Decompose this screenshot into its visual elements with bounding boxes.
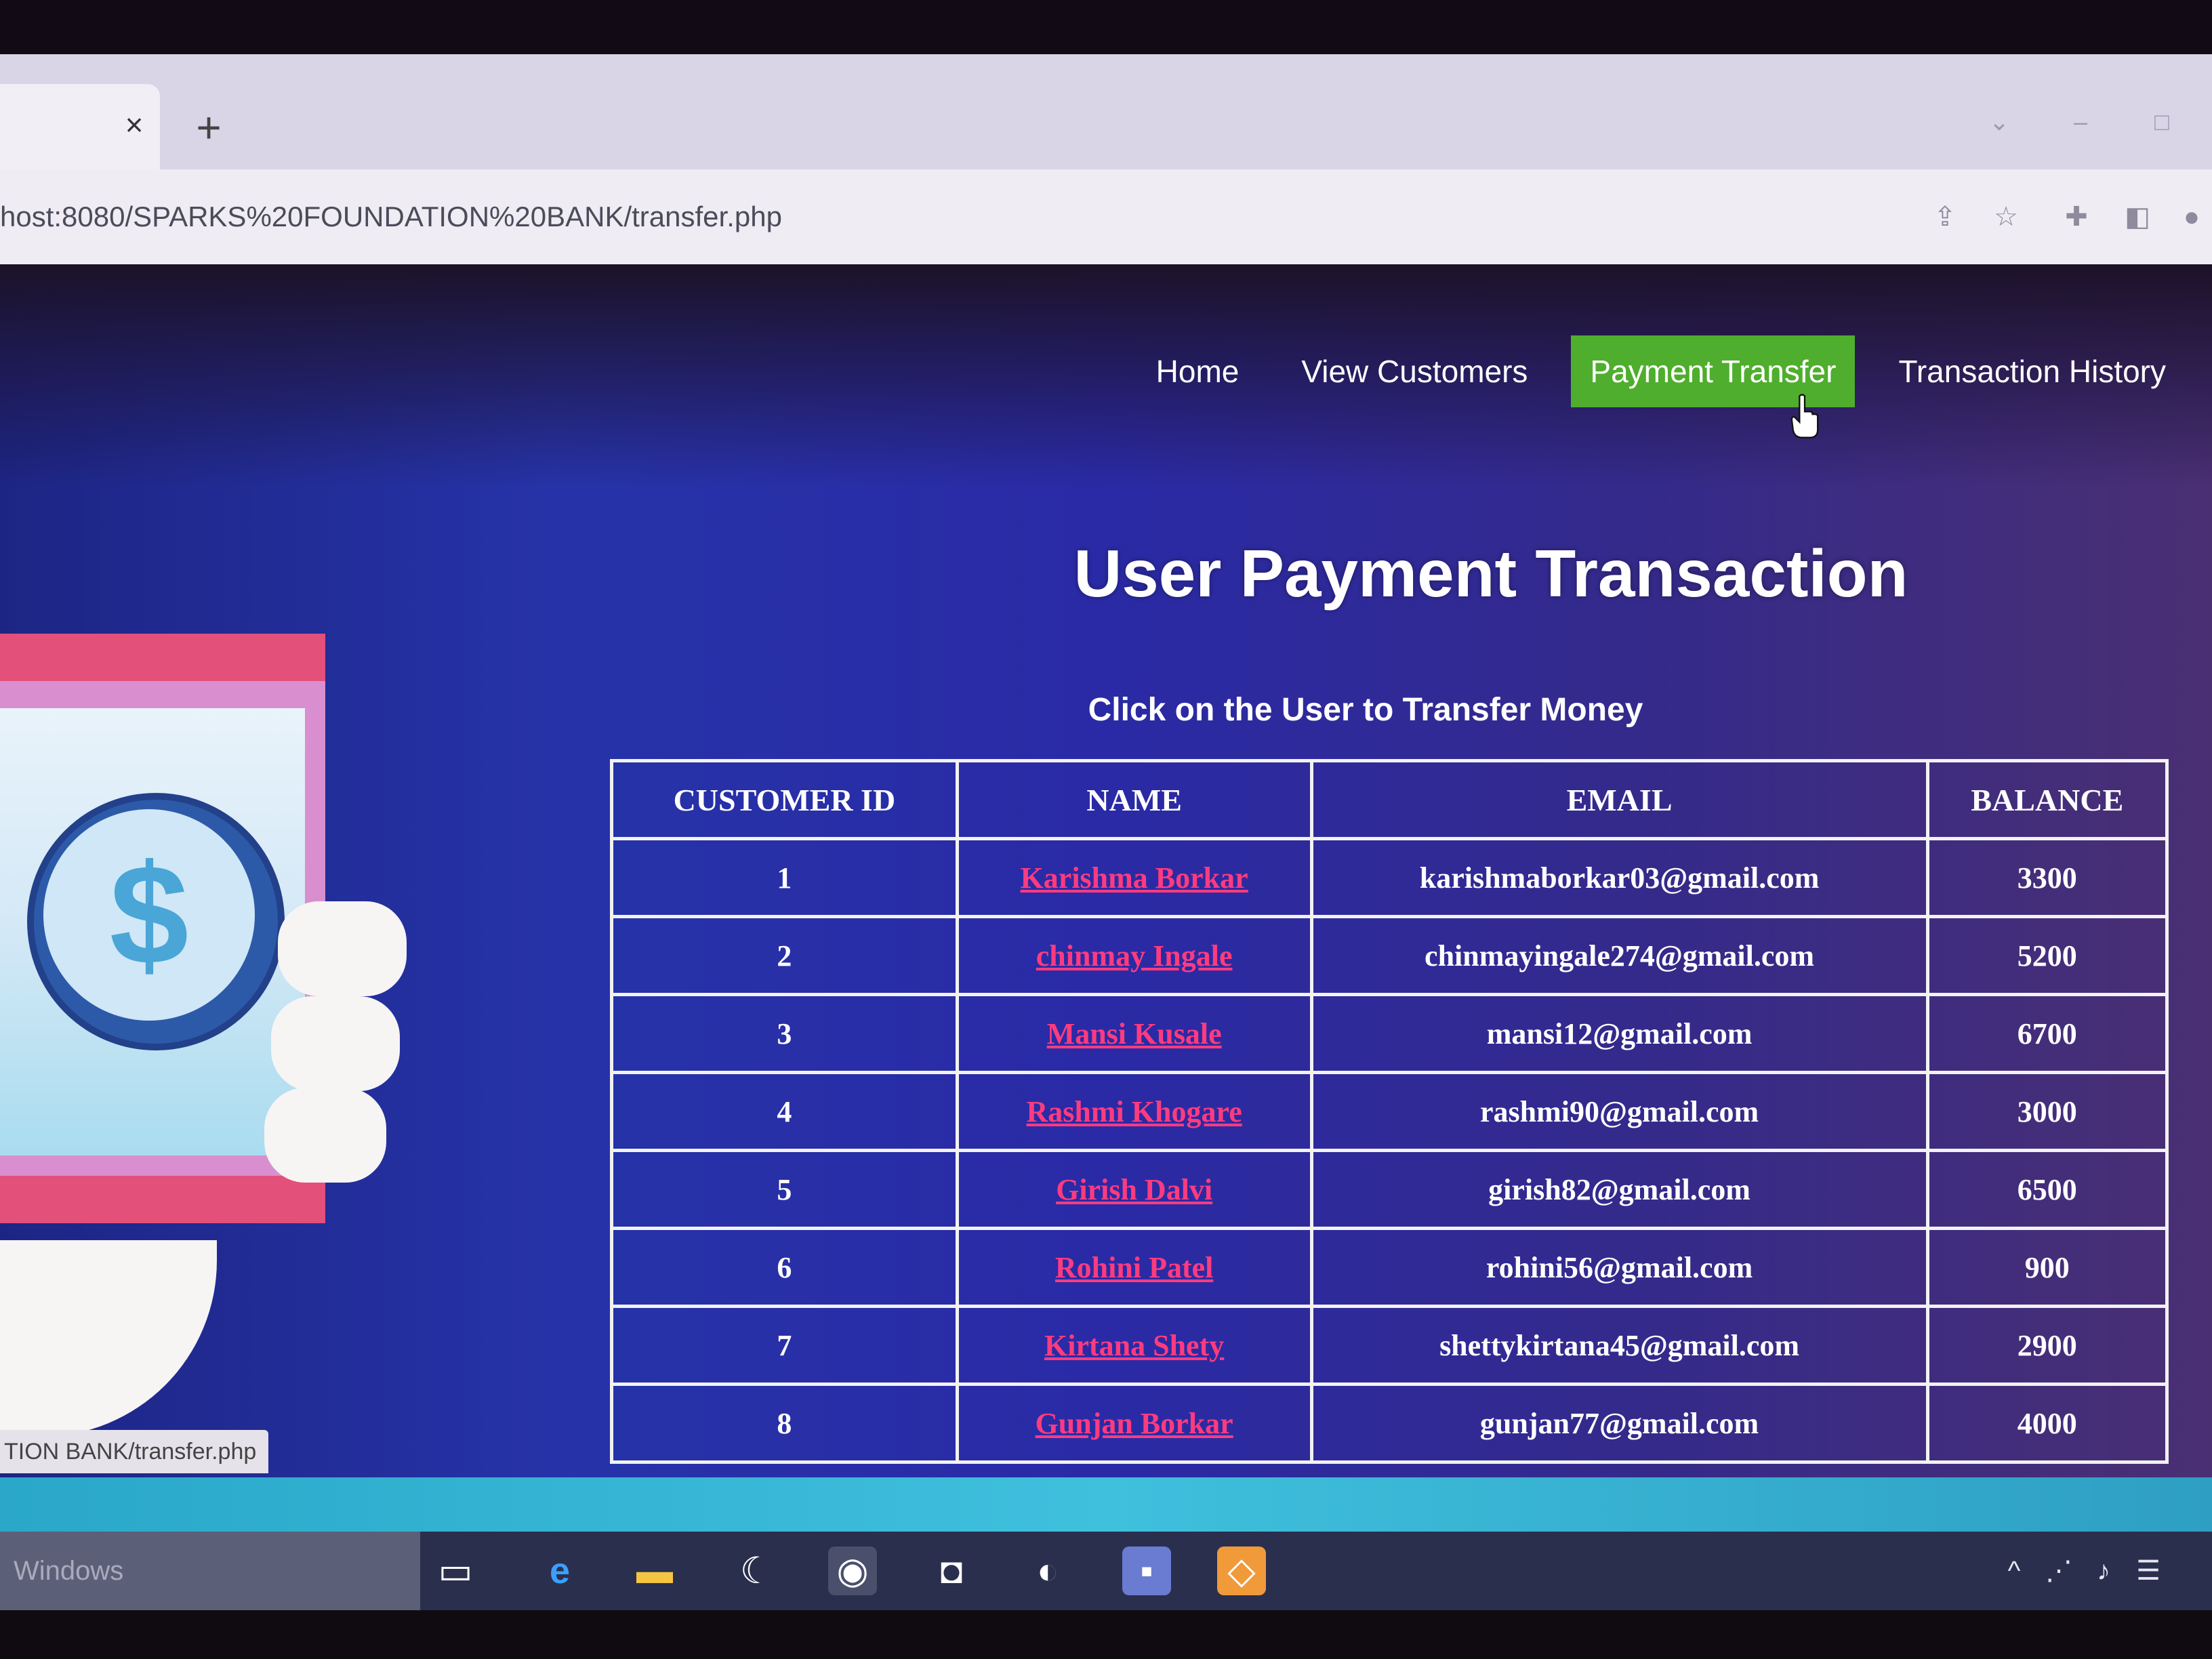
edge-icon[interactable]: e (535, 1547, 584, 1595)
customer-email: karishmaborkar03@gmail.com (1309, 837, 1929, 918)
taskbar-search[interactable]: Windows (0, 1532, 420, 1610)
star-icon[interactable]: ☆ (1986, 197, 2026, 237)
customer-id: 1 (610, 837, 959, 918)
customer-balance: 5200 (1925, 915, 2169, 996)
customer-id: 2 (610, 915, 959, 996)
dollar-coin-icon: $ (43, 809, 255, 1021)
customer-email: rohini56@gmail.com (1309, 1227, 1929, 1308)
customers-table: CUSTOMER ID NAME EMAIL BALANCE 1 Karishm… (610, 759, 2169, 1464)
customer-id: 6 (610, 1227, 959, 1308)
table-row[interactable]: 1 Karishma Borkar karishmaborkar03@gmail… (610, 837, 2169, 918)
customer-name-link[interactable]: Rohini Patel (1055, 1251, 1213, 1284)
customer-name-link[interactable]: chinmay Ingale (1036, 939, 1233, 972)
customer-name-link[interactable]: Karishma Borkar (1021, 861, 1248, 895)
customer-email: girish82@gmail.com (1309, 1149, 1929, 1230)
share-icon[interactable]: ⇪ (1925, 197, 1965, 237)
customer-name-link[interactable]: Rashmi Khogare (1027, 1095, 1242, 1128)
taskbar: Windows ▭ e ▬ ☾ ◉ ◘ ◐ ▪ ◇ ^ ⋰ ♪ ☰ (0, 1532, 2212, 1610)
camera-icon[interactable]: ◘ (927, 1547, 976, 1595)
customer-balance: 2900 (1925, 1305, 2169, 1386)
customer-balance: 6700 (1925, 993, 2169, 1074)
screen-bezel (0, 1610, 2212, 1659)
finger (271, 996, 400, 1091)
customer-balance: 3000 (1925, 1071, 2169, 1152)
page-content: Home View Customers Payment Transfer Tra… (0, 264, 2212, 1484)
profile-icon[interactable]: ● (2171, 197, 2212, 237)
customer-id: 3 (610, 993, 959, 1074)
new-tab-button[interactable]: + (183, 102, 234, 153)
customer-email: mansi12@gmail.com (1309, 993, 1929, 1074)
browser-tab[interactable]: × (0, 84, 160, 169)
url-text[interactable]: host:8080/SPARKS%20FOUNDATION%20BANK/tra… (0, 190, 782, 244)
table-row[interactable]: 6 Rohini Patel rohini56@gmail.com 900 (610, 1227, 2169, 1308)
nav-transaction-history[interactable]: Transaction History (1879, 335, 2185, 407)
table-row[interactable]: 7 Kirtana Shety shettykirtana45@gmail.co… (610, 1305, 2169, 1386)
customer-email: gunjan77@gmail.com (1309, 1382, 1929, 1464)
customer-balance: 900 (1925, 1227, 2169, 1308)
network-icon[interactable]: ⋰ (2040, 1552, 2078, 1590)
maximize-icon[interactable]: □ (2142, 102, 2182, 142)
address-bar[interactable]: host:8080/SPARKS%20FOUNDATION%20BANK/tra… (0, 169, 2212, 266)
table-row[interactable]: 5 Girish Dalvi girish82@gmail.com 6500 (610, 1149, 2169, 1230)
task-view-icon[interactable]: ▭ (431, 1547, 480, 1595)
phone-band (0, 1176, 325, 1223)
file-explorer-icon[interactable]: ▬ (630, 1547, 679, 1595)
main-nav: Home View Customers Payment Transfer Tra… (1137, 335, 2185, 407)
minimize-icon[interactable]: – (2060, 102, 2101, 142)
customer-email: chinmayingale274@gmail.com (1309, 915, 1929, 996)
notification-icon[interactable]: ☰ (2129, 1552, 2167, 1590)
nav-home[interactable]: Home (1137, 335, 1258, 407)
finger (278, 901, 407, 996)
table-row[interactable]: 2 chinmay Ingale chinmayingale274@gmail.… (610, 915, 2169, 996)
hand-cursor-icon (1790, 394, 1819, 438)
table-row[interactable]: 3 Mansi Kusale mansi12@gmail.com 6700 (610, 993, 2169, 1074)
table-row[interactable]: 8 Gunjan Borkar gunjan77@gmail.com 4000 (610, 1382, 2169, 1464)
header-name: NAME (955, 759, 1313, 840)
customer-balance: 3300 (1925, 837, 2169, 918)
customer-name-link[interactable]: Gunjan Borkar (1036, 1407, 1233, 1440)
status-bar-url: TION BANK/transfer.php (0, 1430, 269, 1473)
app-orange-icon[interactable]: ◇ (1217, 1547, 1266, 1595)
extensions-icon[interactable]: ✚ (2056, 197, 2097, 237)
customer-name-link[interactable]: Girish Dalvi (1056, 1173, 1212, 1206)
header-balance: BALANCE (1925, 759, 2169, 840)
customer-name-link[interactable]: Mansi Kusale (1047, 1017, 1222, 1050)
customer-balance: 6500 (1925, 1149, 2169, 1230)
nav-view-customers[interactable]: View Customers (1282, 335, 1547, 407)
table-header-row: CUSTOMER ID NAME EMAIL BALANCE (610, 759, 2169, 840)
phone-band (0, 634, 325, 681)
customer-email: shettykirtana45@gmail.com (1309, 1305, 1929, 1386)
header-customer-id: CUSTOMER ID (610, 759, 959, 840)
customer-email: rashmi90@gmail.com (1309, 1071, 1929, 1152)
hand-illustration (0, 1240, 217, 1437)
media-icon[interactable]: ◐ (1023, 1547, 1072, 1595)
side-panel-icon[interactable]: ◧ (2117, 197, 2158, 237)
customer-balance: 4000 (1925, 1382, 2169, 1464)
desktop-strip (0, 1477, 2212, 1532)
customer-id: 5 (610, 1149, 959, 1230)
app-icon[interactable]: ▪ (1122, 1547, 1171, 1595)
chevron-down-icon[interactable]: ⌄ (1979, 102, 2020, 142)
page-subtitle: Click on the User to Transfer Money (1088, 692, 1643, 728)
finger (264, 1088, 386, 1183)
tab-close-icon[interactable]: × (114, 104, 155, 145)
display-icon[interactable]: ☾ (732, 1547, 781, 1595)
customer-id: 8 (610, 1382, 959, 1464)
chrome-icon[interactable]: ◉ (828, 1547, 877, 1595)
customer-name-link[interactable]: Kirtana Shety (1044, 1329, 1224, 1362)
chevron-up-icon[interactable]: ^ (1995, 1552, 2033, 1590)
table-row[interactable]: 4 Rashmi Khogare rashmi90@gmail.com 3000 (610, 1071, 2169, 1152)
browser-tab-strip: × + ⌄ – □ (0, 54, 2212, 169)
volume-icon[interactable]: ♪ (2085, 1552, 2123, 1590)
customer-id: 7 (610, 1305, 959, 1386)
page-title: User Payment Transaction (1073, 536, 1908, 611)
header-email: EMAIL (1309, 759, 1929, 840)
customer-id: 4 (610, 1071, 959, 1152)
